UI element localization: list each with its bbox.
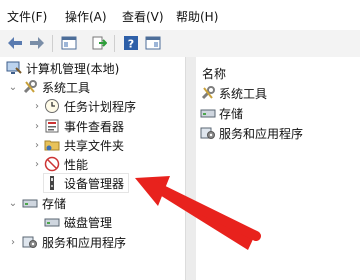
event-viewer-icon <box>44 118 60 134</box>
menu-view[interactable]: 查看(V) <box>122 8 164 25</box>
action-pane-icon[interactable] <box>144 34 162 52</box>
chevron-down-icon[interactable]: ⌄ <box>8 198 18 209</box>
tree-performance-label: 性能 <box>64 157 89 172</box>
help-icon[interactable]: ? <box>122 34 140 52</box>
tree-event-viewer-label: 事件查看器 <box>64 119 125 134</box>
tree-performance[interactable]: 性能 <box>44 155 88 173</box>
chevron-right-icon[interactable]: › <box>32 159 42 170</box>
console-tree-icon[interactable] <box>60 34 78 52</box>
forward-arrow-icon[interactable] <box>28 34 46 52</box>
console-tree: 计算机管理(本地) ⌄ 系统工具 › 任务计划程序 › 事件查看器 › 共享文件… <box>0 57 185 280</box>
clock-icon <box>44 98 60 114</box>
chevron-down-icon[interactable]: ⌄ <box>8 82 18 93</box>
storage-icon <box>200 105 216 121</box>
export-list-icon[interactable] <box>90 34 108 52</box>
tree-services-apps-label: 服务和应用程序 <box>42 235 127 250</box>
tree-shared-folders-label: 共享文件夹 <box>64 138 125 153</box>
tree-device-manager-label: 设备管理器 <box>64 176 125 191</box>
tree-system-tools[interactable]: 系统工具 <box>22 78 90 96</box>
chevron-right-icon[interactable]: › <box>32 101 42 112</box>
svg-text:?: ? <box>128 38 134 51</box>
column-header-name[interactable]: 名称 <box>202 65 226 82</box>
list-item[interactable]: 存储 <box>200 104 243 122</box>
details-pane: 名称 系统工具 存储 服务和应用程序 <box>196 57 360 280</box>
tree-storage[interactable]: 存储 <box>22 194 66 212</box>
services-icon <box>22 234 38 250</box>
tree-event-viewer[interactable]: 事件查看器 <box>44 117 124 135</box>
list-item[interactable]: 系统工具 <box>200 84 267 102</box>
tree-disk-management[interactable]: 磁盘管理 <box>44 213 112 231</box>
tree-disk-management-label: 磁盘管理 <box>64 215 113 230</box>
device-manager-icon <box>44 175 60 191</box>
list-item[interactable]: 服务和应用程序 <box>200 124 303 142</box>
toolbar: ? <box>0 30 360 58</box>
tree-task-scheduler-label: 任务计划程序 <box>64 99 137 114</box>
menu-bar: 文件(F) 操作(A) 查看(V) 帮助(H) <box>0 0 360 31</box>
performance-icon <box>44 156 60 172</box>
tree-shared-folders[interactable]: 共享文件夹 <box>44 136 124 154</box>
chevron-right-icon[interactable]: › <box>32 121 42 132</box>
tree-root-label: 计算机管理(本地) <box>26 61 120 76</box>
disk-management-icon <box>44 214 60 230</box>
chevron-right-icon[interactable]: › <box>32 140 42 151</box>
back-arrow-icon[interactable] <box>6 34 24 52</box>
menu-file[interactable]: 文件(F) <box>7 8 47 25</box>
list-item-label: 系统工具 <box>219 86 268 101</box>
services-icon <box>200 125 216 141</box>
tree-root[interactable]: 计算机管理(本地) <box>6 59 119 77</box>
tools-icon <box>200 85 216 101</box>
computer-management-icon <box>6 60 22 76</box>
shared-folder-icon <box>44 137 60 153</box>
tree-system-tools-label: 系统工具 <box>42 80 91 95</box>
storage-icon <box>22 195 38 211</box>
chevron-right-icon[interactable]: › <box>8 237 18 248</box>
tree-task-scheduler[interactable]: 任务计划程序 <box>44 97 136 115</box>
menu-help[interactable]: 帮助(H) <box>176 8 218 25</box>
tree-storage-label: 存储 <box>42 196 67 211</box>
menu-action[interactable]: 操作(A) <box>65 8 107 25</box>
tree-device-manager[interactable]: 设备管理器 <box>42 173 130 193</box>
tools-icon <box>22 79 38 95</box>
list-item-label: 服务和应用程序 <box>219 126 304 141</box>
tree-services-apps[interactable]: 服务和应用程序 <box>22 233 126 251</box>
list-item-label: 存储 <box>219 106 244 121</box>
